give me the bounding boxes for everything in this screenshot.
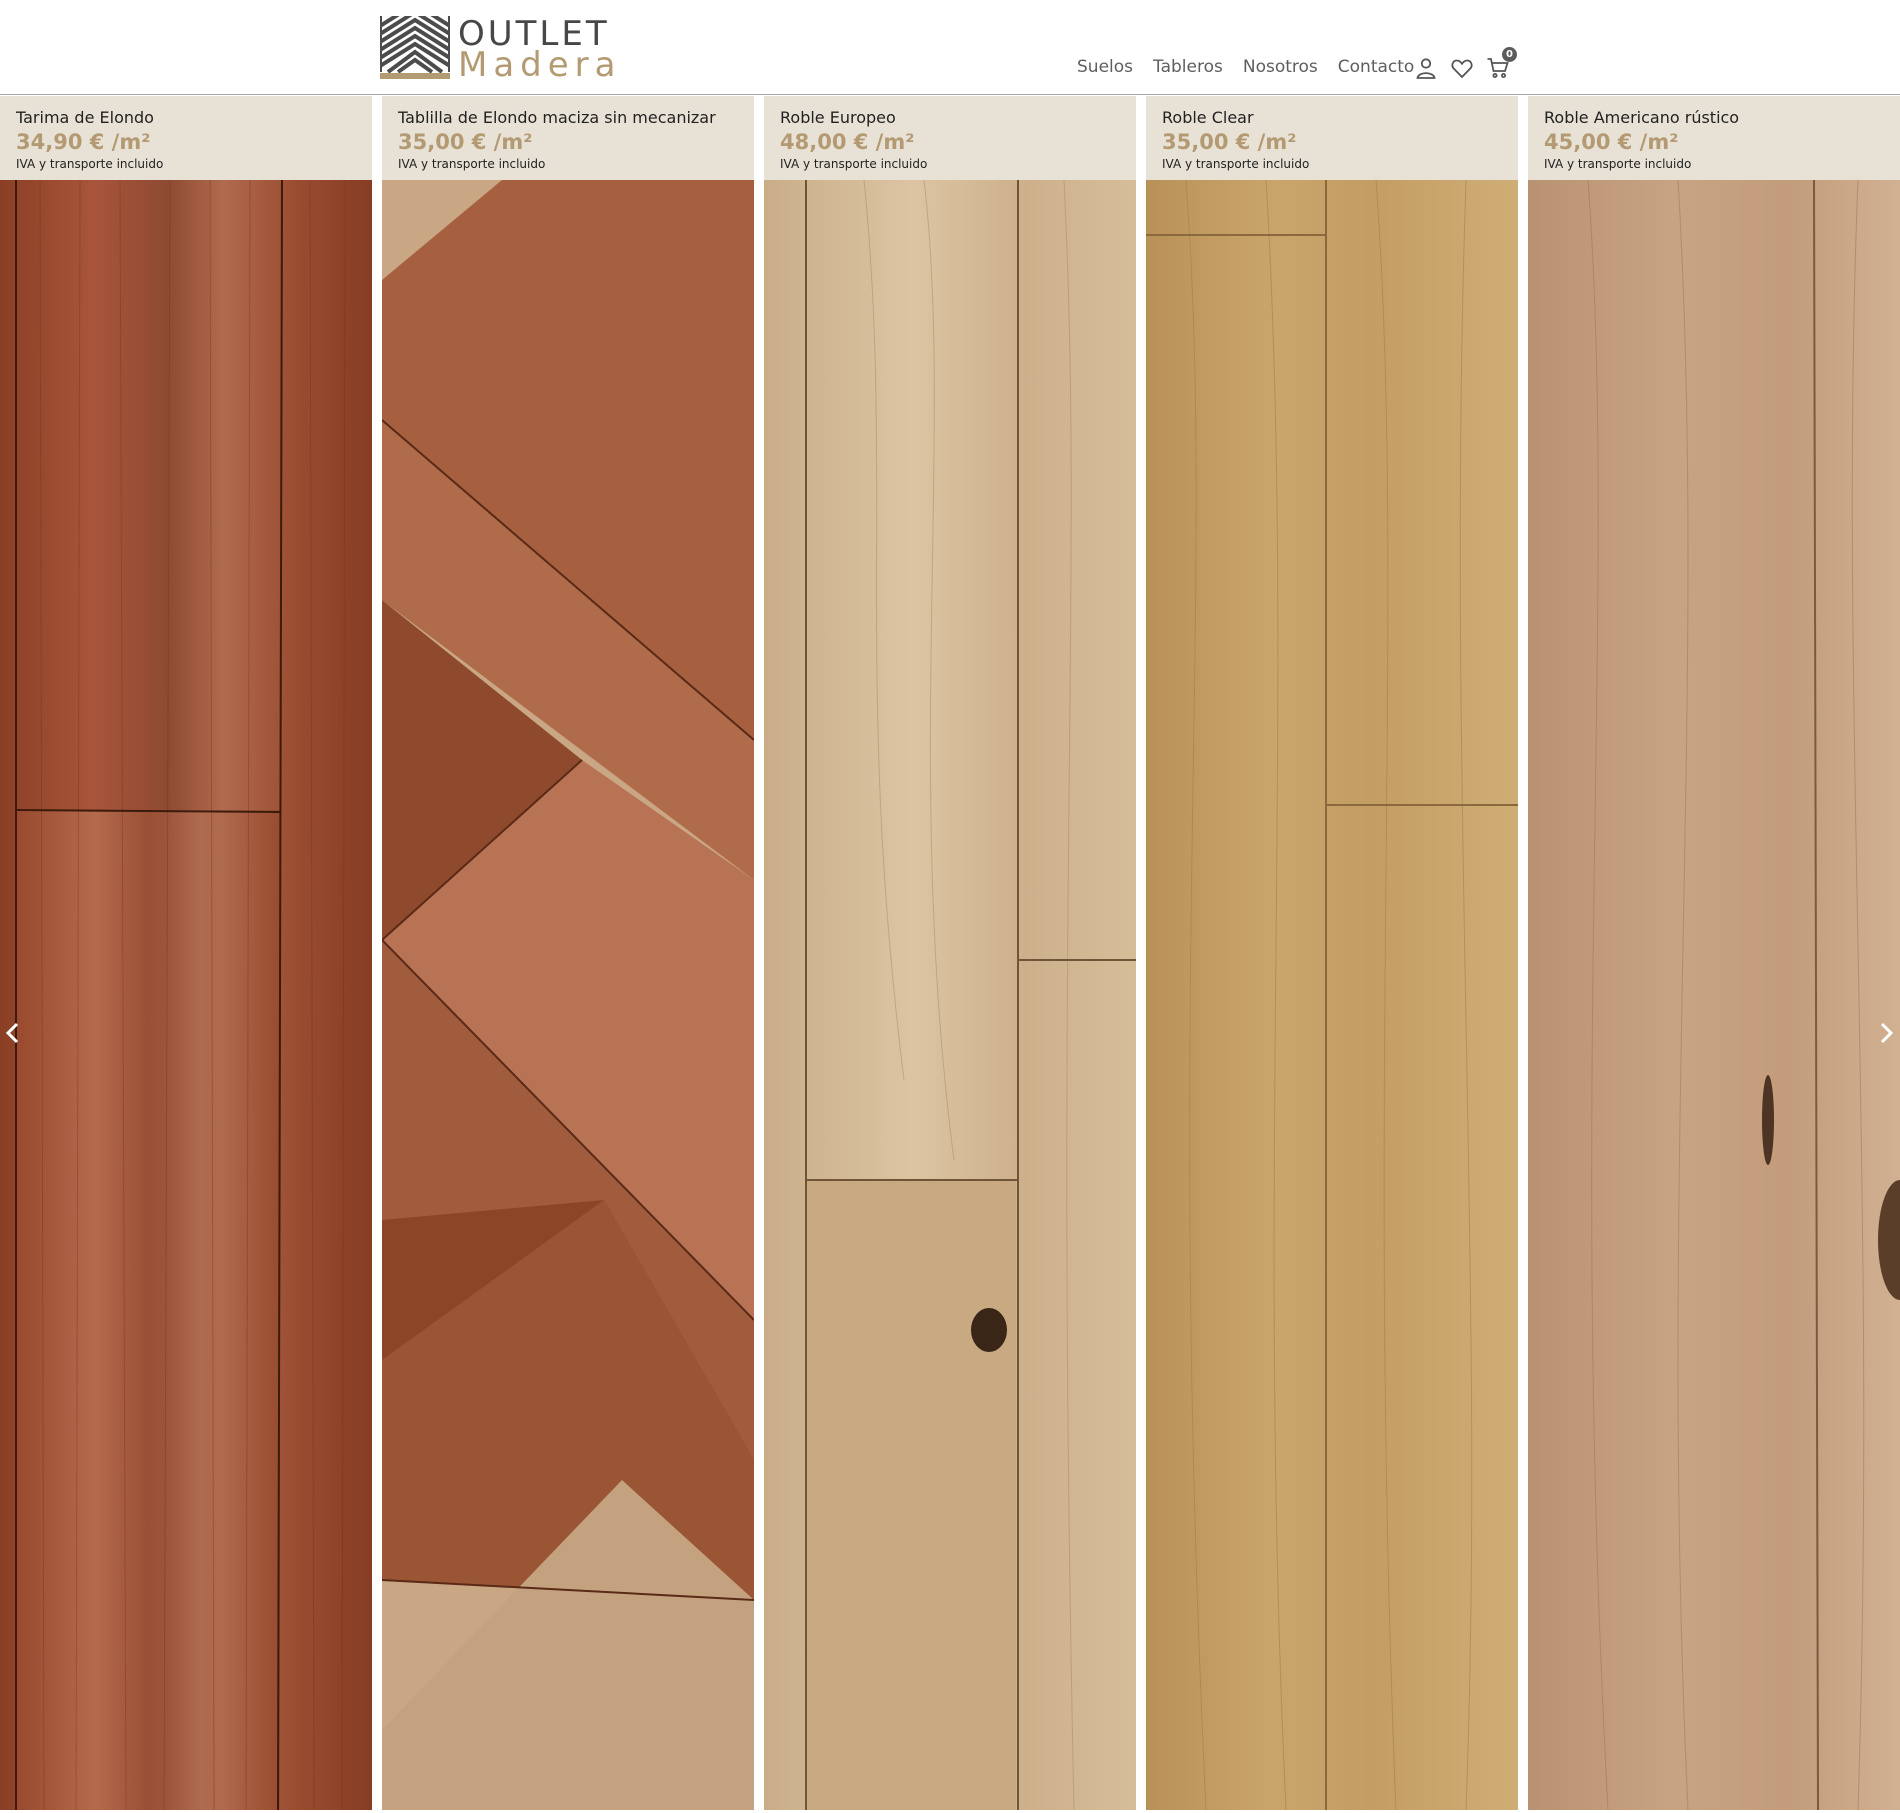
product-title: Roble Europeo xyxy=(780,108,896,127)
carousel-prev-arrow-icon[interactable] xyxy=(0,1020,26,1046)
product-price: 35,00 € /m² xyxy=(1162,130,1297,154)
carousel-next-arrow-icon[interactable] xyxy=(1873,1020,1899,1046)
cart-icon[interactable]: 0 xyxy=(1486,47,1517,80)
product-price-note: IVA y transporte incluido xyxy=(1544,157,1692,171)
product-title: Tarima de Elondo xyxy=(16,108,154,127)
product-title: Roble Clear xyxy=(1162,108,1254,127)
product-price-note: IVA y transporte incluido xyxy=(1162,157,1310,171)
product-title: Tablilla de Elondo maciza sin mecanizar xyxy=(398,108,716,127)
product-info: Roble Americano rústico 45,00 € /m² IVA … xyxy=(1528,96,1900,180)
product-title: Roble Americano rústico xyxy=(1544,108,1740,127)
nav-suelos[interactable]: Suelos xyxy=(1077,57,1133,77)
product-image xyxy=(764,180,1136,1810)
brand-logo[interactable]: OUTLET Madera xyxy=(380,16,615,84)
nav-contacto[interactable]: Contacto xyxy=(1338,57,1415,77)
product-price: 35,00 € /m² xyxy=(398,130,533,154)
heart-icon[interactable] xyxy=(1450,56,1474,80)
product-price-note: IVA y transporte incluido xyxy=(780,157,928,171)
product-price-note: IVA y transporte incluido xyxy=(16,157,164,171)
site-header: OUTLET Madera Suelos Tableros Nosotros C… xyxy=(0,0,1900,95)
product-image xyxy=(1146,180,1518,1810)
product-image xyxy=(1528,180,1900,1810)
product-price: 48,00 € /m² xyxy=(780,130,915,154)
product-image xyxy=(0,180,372,1810)
brand-name-madera: Madera xyxy=(458,45,622,85)
header-actions: 0 xyxy=(1414,47,1517,80)
product-card-tablilla-elondo[interactable]: Tablilla de Elondo maciza sin mecanizar … xyxy=(382,96,754,1810)
product-card-roble-europeo[interactable]: Roble Europeo 48,00 € /m² IVA y transpor… xyxy=(764,96,1136,1810)
product-price: 34,90 € /m² xyxy=(16,130,151,154)
product-carousel: Tarima de Elondo 34,90 € /m² IVA y trans… xyxy=(0,96,1900,1810)
product-info: Roble Europeo 48,00 € /m² IVA y transpor… xyxy=(764,96,1136,180)
product-info: Tarima de Elondo 34,90 € /m² IVA y trans… xyxy=(0,96,372,180)
product-info: Roble Clear 35,00 € /m² IVA y transporte… xyxy=(1146,96,1518,180)
product-card-roble-clear[interactable]: Roble Clear 35,00 € /m² IVA y transporte… xyxy=(1146,96,1518,1810)
product-card-roble-americano-rustico[interactable]: Roble Americano rústico 45,00 € /m² IVA … xyxy=(1528,96,1900,1810)
product-card-tarima-elondo[interactable]: Tarima de Elondo 34,90 € /m² IVA y trans… xyxy=(0,96,372,1810)
main-nav: Suelos Tableros Nosotros Contacto xyxy=(1077,57,1414,77)
product-image xyxy=(382,180,754,1810)
nav-tableros[interactable]: Tableros xyxy=(1153,57,1223,77)
nav-nosotros[interactable]: Nosotros xyxy=(1243,57,1318,77)
product-info: Tablilla de Elondo maciza sin mecanizar … xyxy=(382,96,754,180)
user-icon[interactable] xyxy=(1414,56,1438,80)
product-price: 45,00 € /m² xyxy=(1544,130,1679,154)
logo-chevron-icon xyxy=(380,16,450,79)
product-price-note: IVA y transporte incluido xyxy=(398,157,546,171)
cart-count-badge: 0 xyxy=(1502,47,1517,62)
